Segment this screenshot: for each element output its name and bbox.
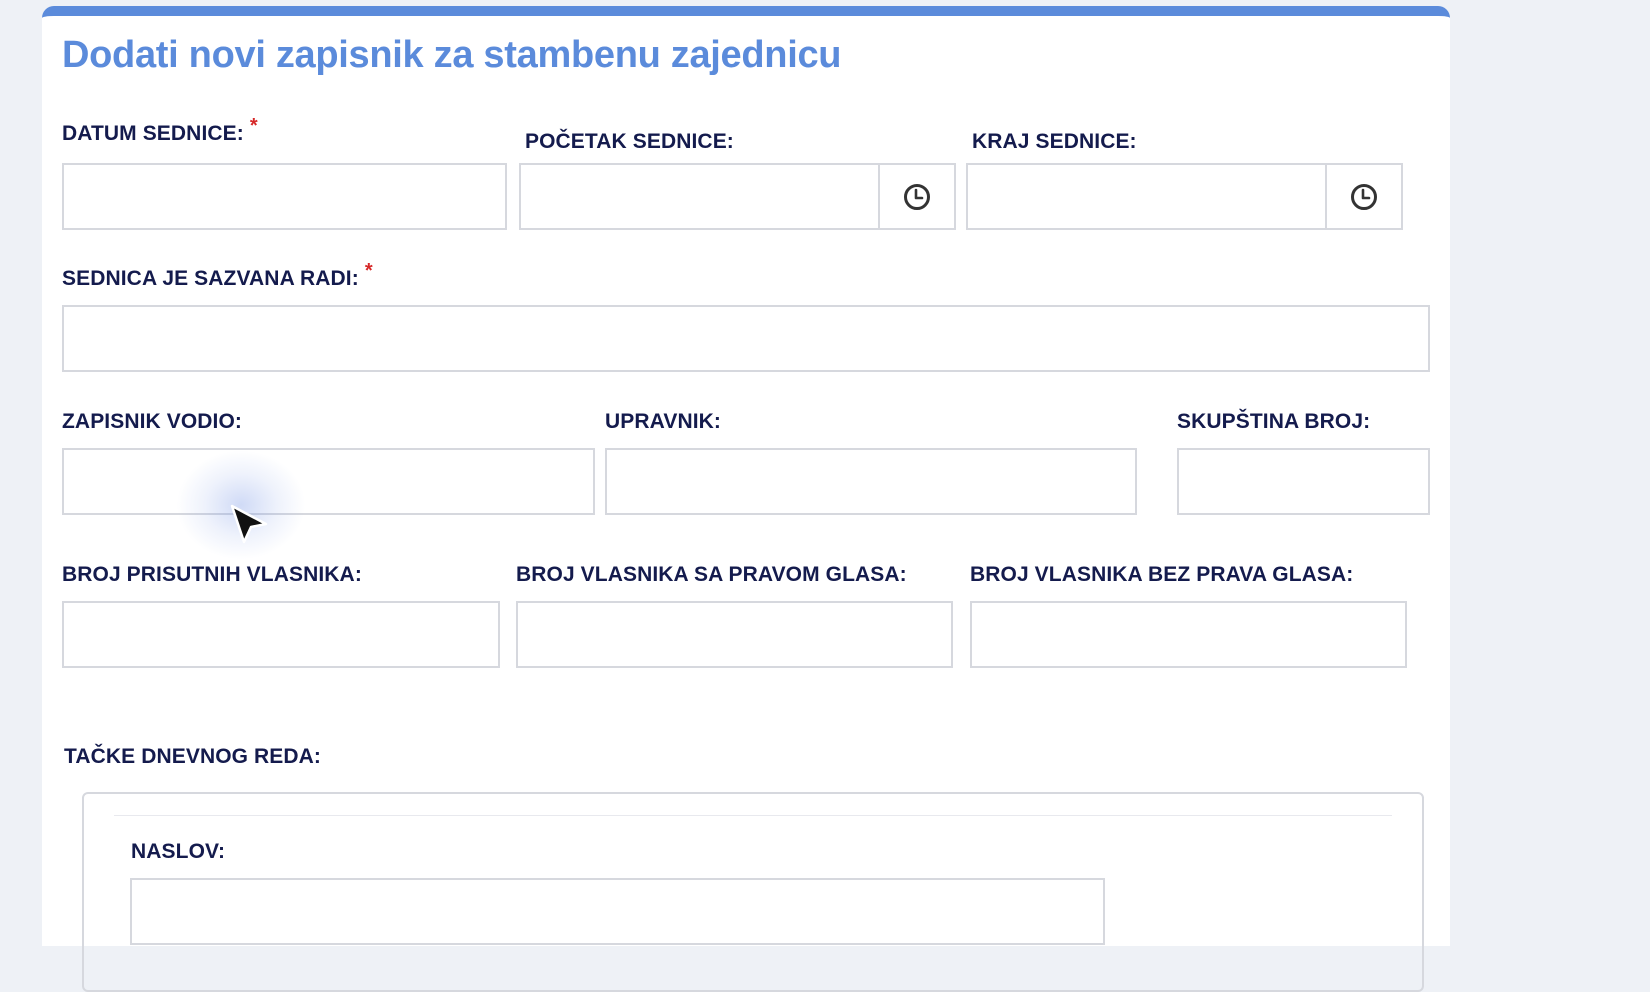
sednica-sazvana-label: SEDNICA JE SAZVANA RADI: *	[62, 260, 373, 290]
datum-sednice-input[interactable]	[62, 163, 507, 230]
broj-bez-prava-label: BROJ VLASNIKA BEZ PRAVA GLASA:	[970, 563, 1354, 586]
required-mark: *	[249, 115, 258, 137]
zapisnik-vodio-label: ZAPISNIK VODIO:	[62, 410, 243, 433]
naslov-input[interactable]	[130, 878, 1105, 945]
agenda-label: TAČKE DNEVNOG REDA:	[64, 745, 322, 768]
kraj-time-picker-button[interactable]	[1325, 163, 1403, 230]
datum-sednice-label: DATUM SEDNICE: *	[62, 115, 258, 145]
broj-bez-prava-input[interactable]	[970, 601, 1407, 668]
pocetak-sednice-input[interactable]	[519, 163, 880, 230]
required-mark: *	[364, 260, 373, 282]
mouse-cursor-icon	[230, 504, 268, 544]
kraj-sednice-label: KRAJ SEDNICE:	[972, 130, 1137, 153]
naslov-label: NASLOV:	[131, 840, 226, 863]
skupstina-broj-input[interactable]	[1177, 448, 1430, 515]
clock-icon	[904, 183, 930, 210]
sednica-sazvana-input[interactable]	[62, 305, 1430, 372]
pocetak-time-picker-button[interactable]	[878, 163, 956, 230]
broj-prisutnih-label: BROJ PRISUTNIH VLASNIKA:	[62, 563, 362, 586]
page-title: Dodati novi zapisnik za stambenu zajedni…	[62, 34, 842, 76]
upravnik-label: UPRAVNIK:	[605, 410, 722, 433]
kraj-sednice-input[interactable]	[966, 163, 1327, 230]
pocetak-sednice-label: POČETAK SEDNICE:	[525, 130, 734, 153]
broj-sa-pravom-label: BROJ VLASNIKA SA PRAVOM GLASA:	[516, 563, 907, 586]
clock-icon	[1351, 183, 1377, 210]
divider	[114, 815, 1392, 816]
skupstina-broj-label: SKUPŠTINA BROJ:	[1177, 410, 1371, 433]
upravnik-input[interactable]	[605, 448, 1137, 515]
zapisnik-vodio-input[interactable]	[62, 448, 595, 515]
broj-sa-pravom-input[interactable]	[516, 601, 953, 668]
broj-prisutnih-input[interactable]	[62, 601, 500, 668]
